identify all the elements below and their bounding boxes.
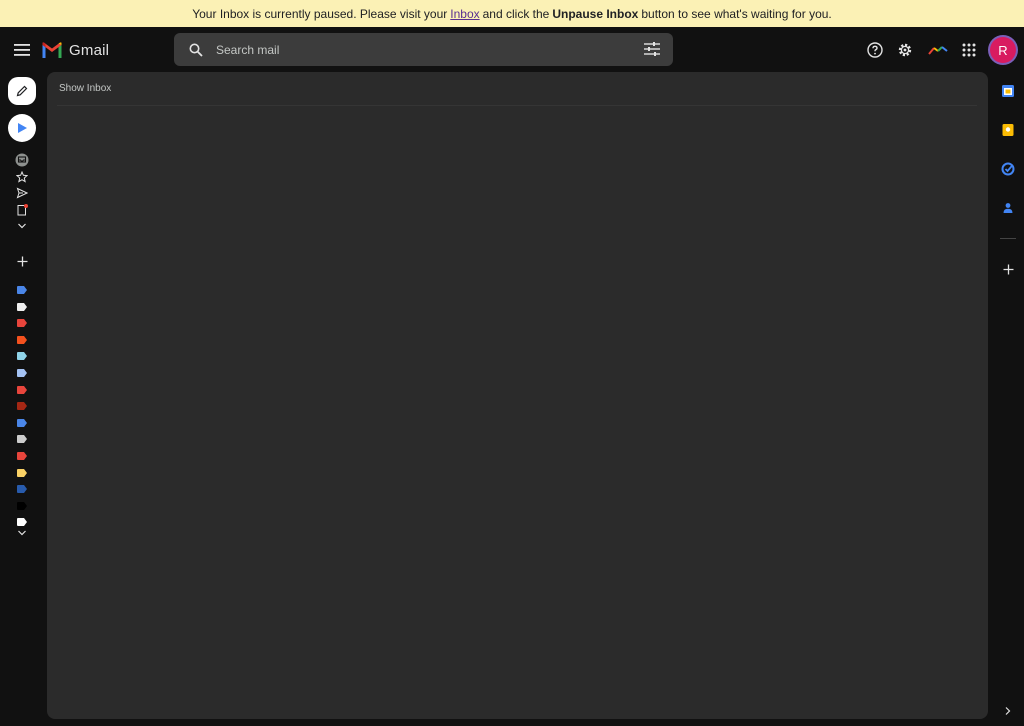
label-tag-icon[interactable]	[17, 331, 27, 344]
label-tag-icon[interactable]	[17, 347, 27, 360]
send-icon[interactable]	[13, 186, 31, 200]
label-tag-icon[interactable]	[17, 397, 27, 410]
label-tag-icon[interactable]	[17, 447, 27, 460]
gear-icon[interactable]	[894, 39, 916, 61]
app-name: Gmail	[69, 41, 110, 59]
contacts-icon[interactable]	[999, 199, 1017, 217]
main-panel: Show Inbox	[47, 72, 988, 719]
inbox-icon[interactable]	[13, 153, 31, 167]
label-tag-icon[interactable]	[17, 298, 27, 311]
star-icon[interactable]	[13, 170, 31, 184]
label-tag-icon[interactable]	[17, 381, 27, 394]
banner-inbox-link[interactable]: Inbox	[450, 7, 479, 21]
meet-button[interactable]	[8, 114, 36, 142]
gmail-logo[interactable]: Gmail	[41, 39, 109, 61]
pencil-icon	[16, 85, 28, 97]
chevron-down-icon[interactable]	[13, 219, 31, 233]
label-tag-icon[interactable]	[17, 430, 27, 443]
label-tag-icon[interactable]	[17, 497, 27, 510]
help-icon[interactable]	[864, 39, 886, 61]
label-tag-icon[interactable]	[17, 414, 27, 427]
banner-unpause-text: Unpause Inbox	[552, 6, 639, 21]
account-avatar[interactable]: R	[990, 37, 1016, 63]
workspace-logo-icon[interactable]	[927, 39, 949, 61]
tasks-icon[interactable]	[999, 160, 1017, 178]
side-panel-divider	[1000, 238, 1016, 239]
calendar-icon[interactable]	[999, 82, 1017, 100]
add-addon-icon[interactable]	[999, 260, 1017, 278]
label-tag-icon[interactable]	[17, 314, 27, 327]
label-tag-icon[interactable]	[17, 364, 27, 377]
keep-icon[interactable]	[999, 121, 1017, 139]
panel-divider	[57, 105, 977, 106]
labels-chevron-down-icon[interactable]	[13, 526, 31, 540]
search-bar[interactable]	[174, 33, 673, 66]
compose-button[interactable]	[8, 77, 36, 105]
label-tag-icon[interactable]	[17, 480, 27, 493]
top-header: Gmail Search mail R	[0, 27, 1024, 72]
add-label-icon[interactable]	[13, 254, 31, 268]
drafts-icon[interactable]	[13, 203, 31, 217]
paused-inbox-banner: Your Inbox is currently paused. Please v…	[0, 0, 1024, 27]
show-inbox-link[interactable]: Show Inbox	[59, 83, 111, 94]
menu-icon[interactable]	[11, 39, 33, 61]
search-icon[interactable]	[186, 40, 206, 60]
banner-text-middle: and click the	[482, 6, 550, 21]
banner-text-after: button to see what's waiting for you.	[641, 6, 832, 21]
apps-grid-icon[interactable]	[958, 39, 980, 61]
gmail-m-icon	[42, 42, 62, 58]
play-icon	[18, 123, 27, 133]
banner-text-before: Your Inbox is currently paused. Please v…	[192, 6, 448, 21]
tune-icon[interactable]	[643, 40, 661, 58]
label-tag-icon[interactable]	[17, 513, 27, 526]
label-tag-icon[interactable]	[17, 281, 27, 294]
chevron-right-icon[interactable]	[999, 702, 1017, 720]
label-tag-icon[interactable]	[17, 464, 27, 477]
search-input[interactable]	[214, 41, 628, 58]
